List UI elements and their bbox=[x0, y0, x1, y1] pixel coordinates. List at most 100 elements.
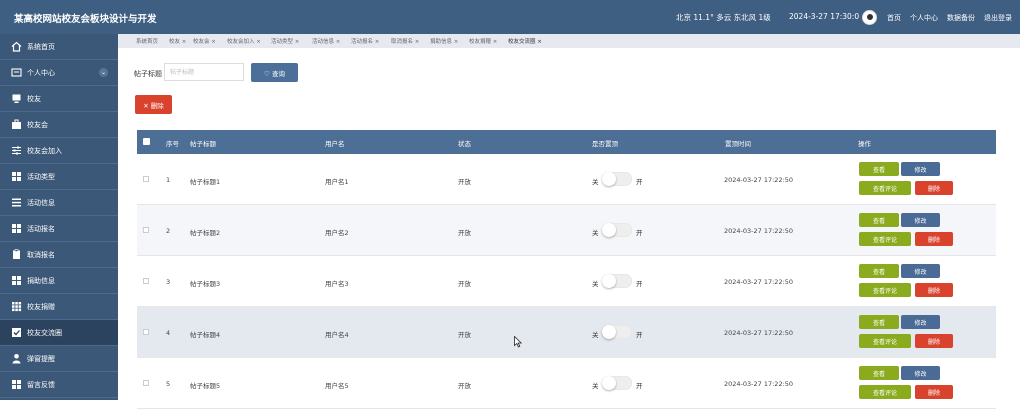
sidebar-item-alumni-donation[interactable]: 校友捐赠 bbox=[0, 294, 118, 320]
list-icon bbox=[11, 197, 22, 208]
row-checkbox[interactable] bbox=[143, 227, 149, 233]
datetime: 2024-3-27 17:30:0 bbox=[789, 12, 860, 21]
tab-alumni[interactable]: 校友 × bbox=[169, 37, 186, 45]
view-comments-button[interactable]: 查看评论 bbox=[859, 283, 911, 297]
pin-toggle[interactable] bbox=[602, 376, 632, 390]
sidebar-item-popup-reminder[interactable]: 弹窗提醒 bbox=[0, 346, 118, 372]
tab-alumni-donation[interactable]: 校友捐赠 × bbox=[469, 37, 497, 45]
status: 开放 bbox=[458, 280, 471, 288]
person-icon bbox=[11, 353, 22, 364]
delete-button[interactable]: 删除 bbox=[915, 181, 953, 195]
tab-activity-type[interactable]: 活动类型 × bbox=[271, 37, 299, 45]
avatar[interactable] bbox=[862, 10, 877, 25]
toggle-on-label: 开 bbox=[636, 178, 643, 186]
edit-button[interactable]: 修改 bbox=[901, 162, 940, 176]
table-row: 4 帖子标题4 用户名4 开放 关 开 2024-03-27 17:22:50 … bbox=[137, 307, 996, 358]
table-row: 2 帖子标题2 用户名2 开放 关 开 2024-03-27 17:22:50 … bbox=[137, 205, 996, 256]
tab-activity-signup[interactable]: 活动报名 × bbox=[351, 37, 379, 45]
table-header: 序号 帖子标题 用户名 状态 是否置顶 置顶时间 操作 bbox=[137, 130, 996, 154]
view-button[interactable]: 查看 bbox=[859, 366, 899, 380]
delete-button[interactable]: 删除 bbox=[915, 283, 953, 297]
toggle-off-label: 关 bbox=[592, 382, 599, 390]
logout-link[interactable]: 退出登录 bbox=[984, 13, 1012, 23]
sidebar-item-activity-type[interactable]: 活动类型 bbox=[0, 164, 118, 190]
view-button[interactable]: 查看 bbox=[859, 162, 899, 176]
view-button[interactable]: 查看 bbox=[859, 264, 899, 278]
sidebar-item-activity-signup[interactable]: 活动报名 bbox=[0, 216, 118, 242]
clipboard-icon bbox=[11, 249, 22, 260]
pin-toggle[interactable] bbox=[602, 172, 632, 186]
view-comments-button[interactable]: 查看评论 bbox=[859, 385, 911, 399]
home-link[interactable]: 首页 bbox=[887, 13, 901, 23]
pin-time: 2024-03-27 17:22:50 bbox=[724, 176, 794, 184]
tab-activity-info[interactable]: 活动信息 × bbox=[312, 37, 340, 45]
status: 开放 bbox=[458, 382, 471, 390]
sidebar-item-donation-info[interactable]: 捐助信息 bbox=[0, 268, 118, 294]
edit-button[interactable]: 修改 bbox=[901, 315, 940, 329]
pin-toggle[interactable] bbox=[602, 223, 632, 237]
search-button[interactable]: ♡ 查询 bbox=[251, 63, 298, 82]
delete-button[interactable]: 删除 bbox=[915, 385, 953, 399]
edit-button[interactable]: 修改 bbox=[901, 213, 940, 227]
row-checkbox[interactable] bbox=[143, 380, 149, 386]
sidebar-item-home[interactable]: 系统首页 bbox=[0, 34, 118, 60]
sidebar-item-join[interactable]: 校友会加入 bbox=[0, 138, 118, 164]
column-header: 帖子标题 bbox=[190, 140, 216, 148]
sidebar-item-label: 个人中心 bbox=[27, 68, 55, 77]
sidebar-item-association[interactable]: 校友会 bbox=[0, 112, 118, 138]
tab-cancel-signup[interactable]: 取消报名 × bbox=[391, 37, 419, 45]
post-title: 帖子标题2 bbox=[190, 229, 221, 237]
mouse-cursor-icon bbox=[514, 336, 522, 348]
edit-button[interactable]: 修改 bbox=[901, 264, 940, 278]
toggle-knob bbox=[602, 172, 616, 186]
tab-association[interactable]: 校友会 × bbox=[193, 37, 216, 45]
username: 用户名5 bbox=[325, 382, 349, 390]
view-comments-button[interactable]: 查看评论 bbox=[859, 334, 911, 348]
briefcase-icon bbox=[11, 119, 22, 130]
tab-join[interactable]: 校友会加入 × bbox=[227, 37, 261, 45]
tab-bar: 系统首页 校友 × 校友会 × 校友会加入 × 活动类型 × 活动信息 × 活动… bbox=[118, 34, 1020, 48]
batch-delete-button[interactable]: ✕ 删除 bbox=[135, 95, 172, 114]
column-header: 用户名 bbox=[325, 140, 345, 148]
delete-button[interactable]: 删除 bbox=[915, 334, 953, 348]
sidebar-item-profile[interactable]: 个人中心 ⌄ bbox=[0, 60, 118, 86]
view-comments-button[interactable]: 查看评论 bbox=[859, 232, 911, 246]
sidebar-item-alumni-forum[interactable]: 校友交流圈 bbox=[0, 320, 118, 346]
grid-icon bbox=[11, 171, 22, 182]
chevron-down-icon[interactable]: ⌄ bbox=[99, 68, 108, 77]
row-number: 1 bbox=[166, 176, 171, 184]
pin-toggle[interactable] bbox=[602, 325, 632, 339]
top-bar: 某高校网站校友会板块设计与开发 北京 11.1° 多云 东北风 1级 2024-… bbox=[0, 0, 1020, 34]
row-checkbox[interactable] bbox=[143, 329, 149, 335]
view-button[interactable]: 查看 bbox=[859, 213, 899, 227]
sidebar-item-feedback[interactable]: 留言反馈 bbox=[0, 372, 118, 398]
pin-time: 2024-03-27 17:22:50 bbox=[724, 380, 794, 388]
row-checkbox[interactable] bbox=[143, 278, 149, 284]
pin-time: 2024-03-27 17:22:50 bbox=[724, 227, 794, 235]
sidebar-item-alumni[interactable]: 校友 bbox=[0, 86, 118, 112]
edit-button[interactable]: 修改 bbox=[901, 366, 940, 380]
view-comments-button[interactable]: 查看评论 bbox=[859, 181, 911, 195]
sidebar-item-activity-info[interactable]: 活动信息 bbox=[0, 190, 118, 216]
pin-time: 2024-03-27 17:22:50 bbox=[724, 278, 794, 286]
tab-donation-info[interactable]: 捐助信息 × bbox=[430, 37, 458, 45]
pin-toggle[interactable] bbox=[602, 274, 632, 288]
tab-alumni-forum[interactable]: 校友交流圈 × bbox=[508, 37, 542, 45]
select-all-checkbox[interactable] bbox=[143, 138, 150, 145]
view-button[interactable]: 查看 bbox=[859, 315, 899, 329]
tab-home[interactable]: 系统首页 bbox=[136, 37, 158, 45]
row-checkbox[interactable] bbox=[143, 176, 149, 182]
backup-link[interactable]: 数据备份 bbox=[947, 13, 975, 23]
sidebar-item-label: 校友会 bbox=[27, 120, 48, 129]
sidebar-item-label: 活动类型 bbox=[27, 172, 55, 181]
delete-button[interactable]: 删除 bbox=[915, 232, 953, 246]
search-input[interactable] bbox=[164, 63, 244, 81]
sidebar-item-cancel-signup[interactable]: 取消报名 bbox=[0, 242, 118, 268]
profile-link[interactable]: 个人中心 bbox=[910, 13, 938, 23]
post-title: 帖子标题4 bbox=[190, 331, 221, 339]
column-header: 操作 bbox=[858, 140, 871, 148]
check-icon bbox=[11, 327, 22, 338]
app-title: 某高校网站校友会板块设计与开发 bbox=[14, 14, 157, 25]
username: 用户名3 bbox=[325, 280, 349, 288]
sidebar-item-label: 校友交流圈 bbox=[27, 328, 62, 337]
